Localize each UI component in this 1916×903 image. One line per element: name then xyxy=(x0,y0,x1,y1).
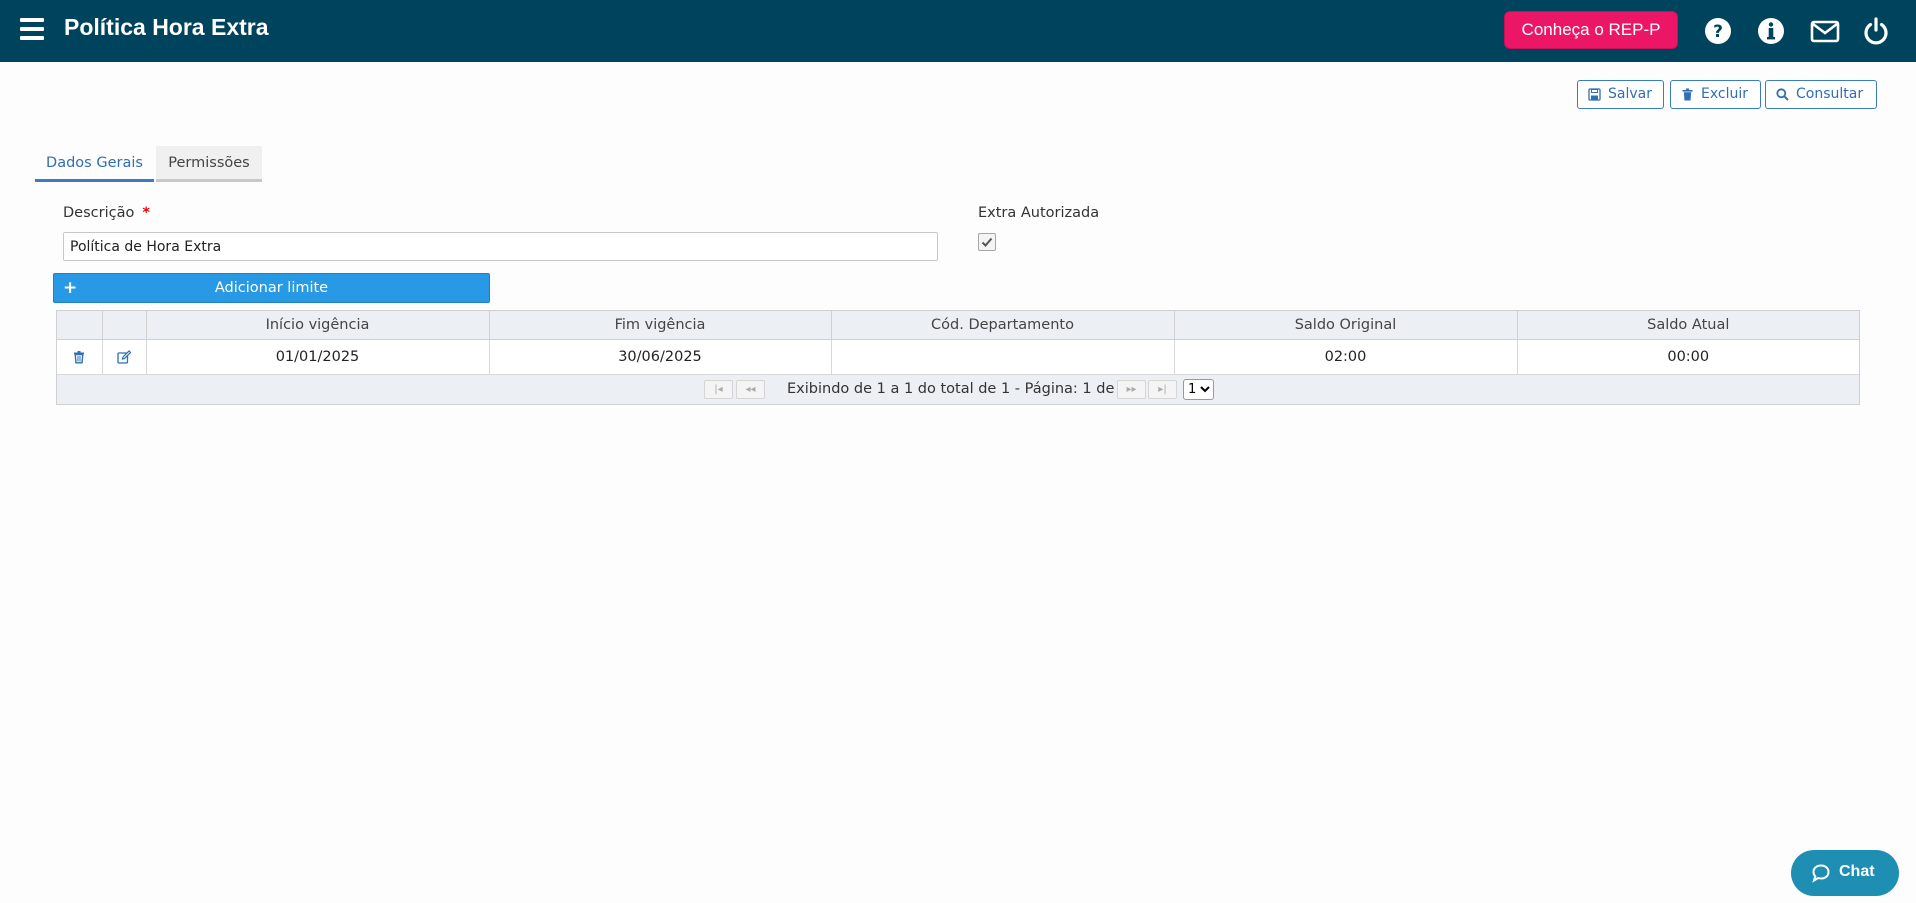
search-label: Consultar xyxy=(1796,86,1864,102)
grid-header-departamento[interactable]: Cód. Departamento xyxy=(831,311,1175,340)
help-icon[interactable]: ? xyxy=(1703,16,1733,46)
tab-permissoes[interactable]: Permissões xyxy=(156,146,262,182)
table-row: 01/01/2025 30/06/2025 02:00 00:00 xyxy=(57,339,1859,375)
add-limit-label: Adicionar limite xyxy=(214,280,329,296)
delete-button[interactable]: Excluir xyxy=(1670,80,1761,109)
svg-text:?: ? xyxy=(1713,22,1723,42)
add-limit-button[interactable]: + Adicionar limite xyxy=(53,273,490,303)
last-page-button[interactable]: ▸| xyxy=(1148,380,1177,399)
grid-pager: |◂ ◂◂ Exibindo de 1 a 1 do total de 1 - … xyxy=(57,375,1859,404)
chat-label: Chat xyxy=(1839,863,1875,880)
cell-saldo-atual: 00:00 xyxy=(1517,339,1859,375)
top-bar: Política Hora Extra Conheça o REP-P ? xyxy=(0,0,1916,62)
limits-grid: Início vigência Fim vigência Cód. Depart… xyxy=(56,310,1860,405)
row-delete-cell xyxy=(57,339,103,375)
next-page-icon: ▸▸ xyxy=(1126,384,1137,395)
delete-label: Excluir xyxy=(1701,86,1748,102)
grid-header-delete xyxy=(57,311,103,340)
tab-dados-gerais[interactable]: Dados Gerais xyxy=(35,146,154,182)
description-input[interactable] xyxy=(63,232,938,261)
info-icon[interactable] xyxy=(1756,16,1786,46)
grid-header-row: Início vigência Fim vigência Cód. Depart… xyxy=(57,311,1859,340)
rep-p-button[interactable]: Conheça o REP-P xyxy=(1504,11,1678,49)
search-button[interactable]: Consultar xyxy=(1765,80,1877,109)
required-mark: * xyxy=(142,205,150,221)
mail-icon[interactable] xyxy=(1810,16,1840,46)
prev-page-icon: ◂◂ xyxy=(745,384,756,395)
last-page-icon: ▸| xyxy=(1158,384,1167,395)
description-label-text: Descrição xyxy=(63,205,135,221)
grid-header-inicio[interactable]: Início vigência xyxy=(146,311,490,340)
prev-page-button[interactable]: ◂◂ xyxy=(736,380,765,399)
pager-text: Exibindo de 1 a 1 do total de 1 - Página… xyxy=(787,381,1129,397)
menu-icon[interactable] xyxy=(20,18,44,40)
cell-fim: 30/06/2025 xyxy=(489,339,832,375)
extra-autorizada-label: Extra Autorizada xyxy=(978,205,1100,221)
grid-header-fim[interactable]: Fim vigência xyxy=(489,311,832,340)
save-label: Salvar xyxy=(1608,86,1652,102)
next-page-button[interactable]: ▸▸ xyxy=(1117,380,1146,399)
cell-departamento xyxy=(831,339,1175,375)
extra-autorizada-checkbox[interactable] xyxy=(978,233,996,251)
cell-saldo-original: 02:00 xyxy=(1174,339,1518,375)
grid-header-saldo-atual[interactable]: Saldo Atual xyxy=(1517,311,1859,340)
page-select[interactable]: 1 xyxy=(1183,379,1214,400)
chat-button[interactable]: Chat xyxy=(1791,850,1899,896)
row-edit-cell xyxy=(102,339,147,375)
chat-bubble-icon xyxy=(1811,863,1831,883)
grid-header-saldo-original[interactable]: Saldo Original xyxy=(1174,311,1518,340)
description-label: Descrição * xyxy=(63,205,150,221)
plus-icon: + xyxy=(63,278,78,298)
power-icon[interactable] xyxy=(1861,16,1891,46)
cell-inicio: 01/01/2025 xyxy=(146,339,490,375)
save-button[interactable]: Salvar xyxy=(1577,80,1664,109)
check-icon xyxy=(981,237,993,247)
search-icon xyxy=(1776,88,1789,101)
edit-icon[interactable] xyxy=(117,350,131,364)
grid-header-edit xyxy=(102,311,147,340)
first-page-button[interactable]: |◂ xyxy=(704,380,733,399)
first-page-icon: |◂ xyxy=(714,384,723,395)
floppy-icon xyxy=(1588,88,1601,101)
trash-icon xyxy=(1681,88,1694,101)
trash-icon[interactable] xyxy=(72,350,86,364)
page-title: Política Hora Extra xyxy=(64,14,269,40)
